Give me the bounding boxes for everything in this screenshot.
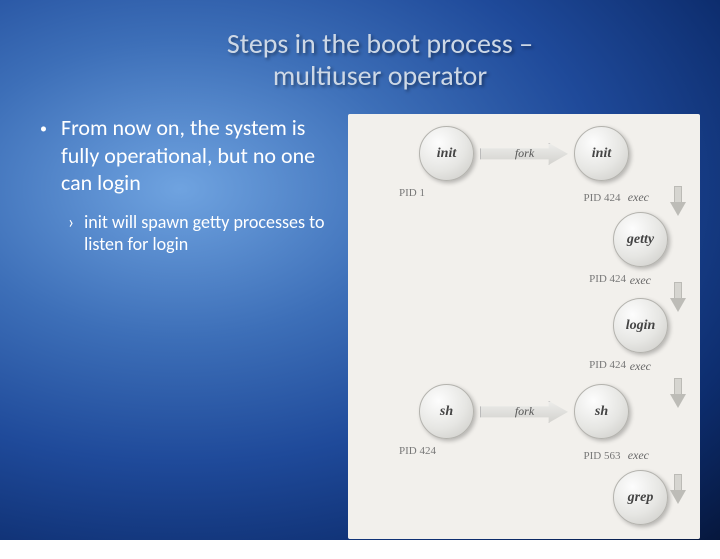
diagram-row: grep bbox=[358, 470, 690, 525]
arrow-fork-icon: fork bbox=[480, 401, 568, 423]
exec-label: exec bbox=[628, 190, 649, 204]
chevron-icon: › bbox=[68, 211, 74, 256]
pid-label: PID 1 bbox=[399, 187, 425, 206]
text-column: • From now on, the system is fully opera… bbox=[40, 114, 340, 539]
content-area: • From now on, the system is fully opera… bbox=[0, 104, 720, 559]
node-init-left: init bbox=[419, 126, 474, 181]
title-line2: multiuser operator bbox=[80, 60, 680, 92]
diagram-row: getty bbox=[358, 212, 690, 267]
arrow-down-icon bbox=[670, 186, 686, 214]
node-getty: getty bbox=[613, 212, 668, 267]
exec-label: exec bbox=[630, 273, 651, 292]
process-diagram: init fork init PID 1 PID 424 exec getty … bbox=[348, 114, 700, 539]
bullet-item: • From now on, the system is fully opera… bbox=[40, 114, 340, 197]
slide: Steps in the boot process – multiuser op… bbox=[0, 0, 720, 540]
pid-label: PID 424 bbox=[399, 445, 436, 464]
caption-row: PID 424 PID 563 exec bbox=[389, 445, 659, 464]
diagram-row: login bbox=[358, 298, 690, 353]
node-sh-right: sh bbox=[574, 384, 629, 439]
sub-bullet-item: › init will spawn getty processes to lis… bbox=[68, 211, 340, 256]
pid-label: PID 424 bbox=[589, 359, 626, 378]
slide-title: Steps in the boot process – multiuser op… bbox=[80, 28, 680, 92]
bullet-dot-icon: • bbox=[40, 120, 47, 197]
arrow-down-icon bbox=[670, 282, 686, 310]
arrow-fork-icon: fork bbox=[480, 143, 568, 165]
exec-label: exec bbox=[628, 448, 649, 462]
pid-label: PID 563 bbox=[583, 450, 620, 462]
node-grep: grep bbox=[613, 470, 668, 525]
exec-label: exec bbox=[630, 359, 651, 378]
caption-row: PID 424 exec bbox=[389, 273, 659, 292]
diagram-row: init fork init bbox=[358, 126, 690, 181]
pid-label: PID 424 bbox=[583, 192, 620, 204]
pid-label: PID 424 bbox=[589, 273, 626, 292]
node-sh-left: sh bbox=[419, 384, 474, 439]
title-line1: Steps in the boot process – bbox=[227, 26, 533, 61]
arrow-down-icon bbox=[670, 474, 686, 502]
caption-row: PID 424 exec bbox=[389, 359, 659, 378]
bullet-text: From now on, the system is fully operati… bbox=[61, 114, 340, 197]
arrow-down-icon bbox=[670, 378, 686, 406]
node-login: login bbox=[613, 298, 668, 353]
sub-bullet-text: init will spawn getty processes to liste… bbox=[84, 211, 340, 256]
node-init-right: init bbox=[574, 126, 629, 181]
caption-row: PID 1 PID 424 exec bbox=[389, 187, 659, 206]
diagram-row: sh fork sh bbox=[358, 384, 690, 439]
